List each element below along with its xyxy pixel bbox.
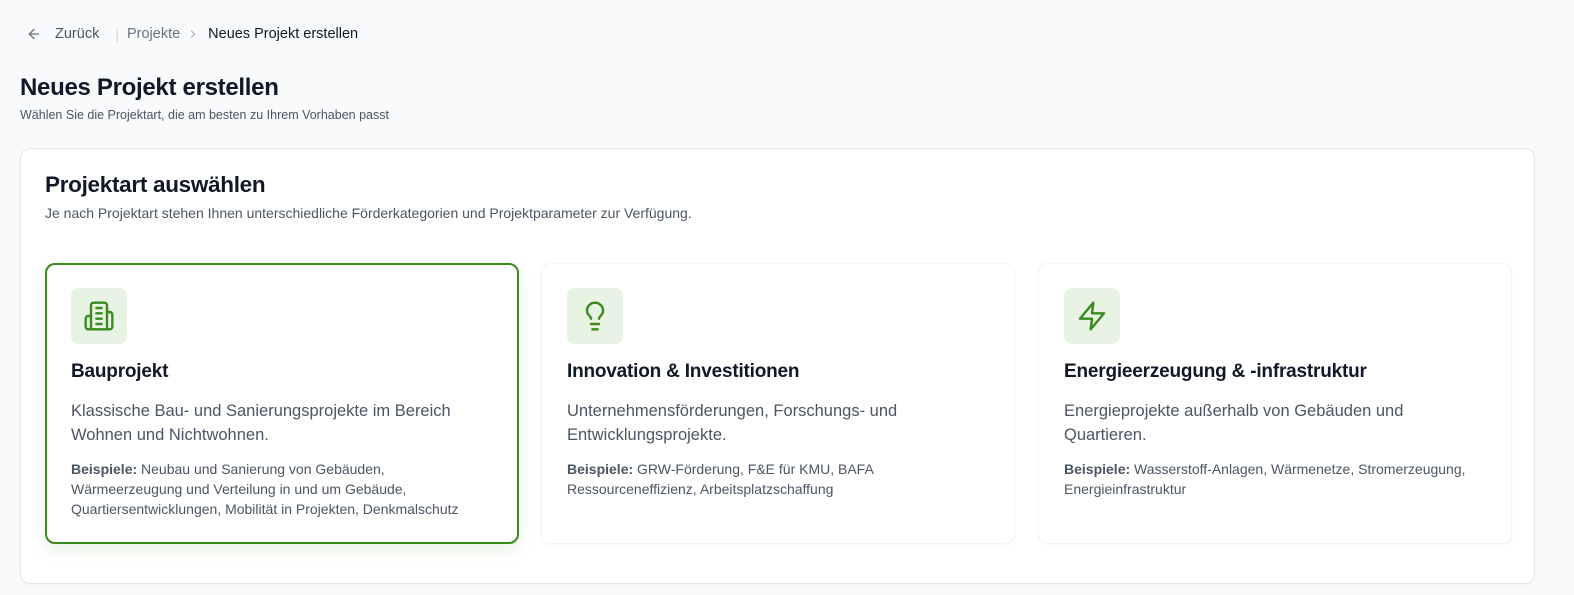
card-title: Bauprojekt xyxy=(71,361,169,382)
examples-label: Beispiele: xyxy=(567,461,634,477)
card-title: Energieerzeugung & -infrastruktur xyxy=(1064,361,1367,382)
building-icon xyxy=(84,301,114,331)
card-description: Unternehmensförderungen, Forschungs- und… xyxy=(567,402,898,444)
card-examples: Beispiele: GRW-Förderung, F&E für KMU, B… xyxy=(567,459,989,499)
project-type-card-energie[interactable]: Energieerzeugung & -infrastruktur Energi… xyxy=(1038,263,1512,544)
card-examples: Beispiele: Neubau und Sanierung von Gebä… xyxy=(71,459,493,519)
nav-separator: | xyxy=(115,26,119,42)
breadcrumb: Projekte Neues Projekt erstellen xyxy=(127,26,358,42)
examples-label: Beispiele: xyxy=(71,461,138,477)
project-type-card-innovation[interactable]: Innovation & Investitionen Unternehmensf… xyxy=(541,263,1015,544)
card-description: Klassische Bau- und Sanierungsprojekte i… xyxy=(71,402,451,444)
back-button[interactable]: Zurück xyxy=(26,26,99,42)
panel-title: Projektart auswählen xyxy=(45,172,266,197)
panel-description: Je nach Projektart stehen Ihnen untersch… xyxy=(45,205,692,221)
page-title: Neues Projekt erstellen xyxy=(20,74,279,101)
card-icon-container xyxy=(1064,288,1120,344)
card-description: Energieprojekte außerhalb von Gebäuden u… xyxy=(1064,402,1404,444)
breadcrumb-projects-link[interactable]: Projekte xyxy=(127,26,180,42)
card-icon-container xyxy=(567,288,623,344)
back-label: Zurück xyxy=(55,26,100,42)
card-icon-container xyxy=(71,288,127,344)
breadcrumb-current: Neues Projekt erstellen xyxy=(208,26,359,42)
page-subtitle: Wählen Sie die Projektart, die am besten… xyxy=(20,108,389,122)
project-type-panel: Projektart auswählen Je nach Projektart … xyxy=(20,148,1535,584)
lightning-bolt-icon xyxy=(1078,301,1106,331)
card-title: Innovation & Investitionen xyxy=(567,361,800,382)
examples-label: Beispiele: xyxy=(1064,461,1131,477)
project-type-card-bauprojekt[interactable]: Bauprojekt Klassische Bau- und Sanierung… xyxy=(45,263,519,544)
arrow-left-icon xyxy=(28,28,40,40)
lightbulb-icon xyxy=(585,301,605,331)
chevron-right-icon xyxy=(191,30,196,38)
top-navigation: Zurück | Projekte Neues Projekt erstelle… xyxy=(26,24,358,44)
card-examples: Beispiele: Wasserstoff-Anlagen, Wärmenet… xyxy=(1064,459,1486,499)
